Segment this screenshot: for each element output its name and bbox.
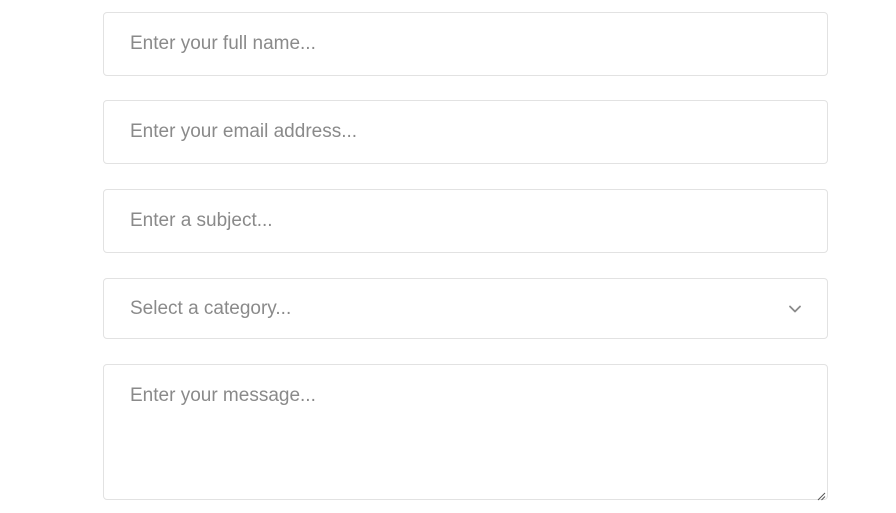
category-select-label: Select a category... xyxy=(130,297,292,319)
resize-handle-icon[interactable] xyxy=(816,488,826,501)
subject-input[interactable] xyxy=(103,189,828,253)
message-textarea[interactable] xyxy=(103,364,828,500)
category-select[interactable]: Select a category... xyxy=(103,278,828,339)
full-name-input[interactable] xyxy=(103,12,828,76)
chevron-down-icon xyxy=(787,301,803,317)
email-input[interactable] xyxy=(103,100,828,164)
